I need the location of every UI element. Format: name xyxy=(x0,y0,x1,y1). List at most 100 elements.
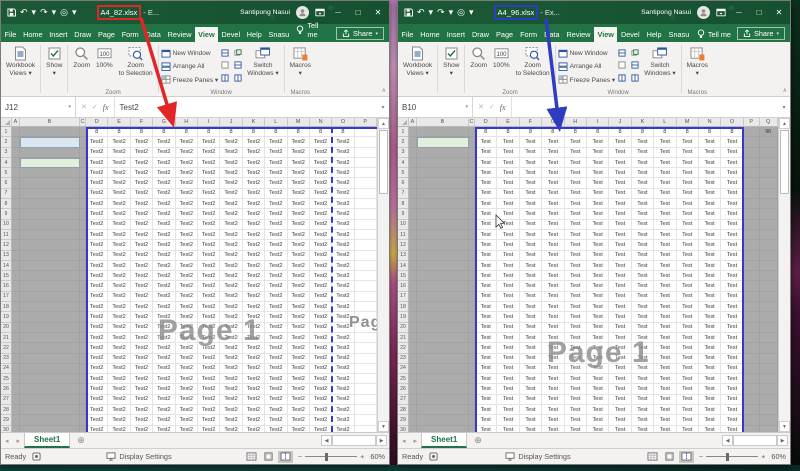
cell-A21[interactable] xyxy=(409,333,417,343)
cell-D14[interactable]: Test2 xyxy=(86,261,108,271)
formula-expand-icon[interactable]: ▾ xyxy=(377,97,389,117)
zoom-level[interactable]: 60% xyxy=(370,452,385,461)
cell-B29[interactable] xyxy=(20,415,80,425)
cell-O9[interactable]: Test xyxy=(721,209,743,219)
cell-O2[interactable]: Test2 xyxy=(332,137,354,147)
cell-H12[interactable]: Test2 xyxy=(176,240,198,250)
qat-circle-icon[interactable]: ◎ xyxy=(60,8,68,17)
tell-me[interactable]: Tell me xyxy=(292,18,334,42)
cell-L22[interactable]: Test2 xyxy=(265,343,287,353)
cell-K20[interactable]: Test xyxy=(632,323,654,333)
sheet-nav-left-icon[interactable]: ◂ xyxy=(1,433,13,448)
cell-F19[interactable]: Test xyxy=(520,312,542,322)
cell-L29[interactable]: Test xyxy=(654,415,676,425)
cell-P1[interactable] xyxy=(355,127,377,137)
cell-J29[interactable]: Test xyxy=(609,415,631,425)
row-header-17[interactable]: 17 xyxy=(1,292,12,302)
row-header-2[interactable]: 2 xyxy=(398,137,409,147)
zoom-button[interactable]: Zoom xyxy=(467,44,490,71)
cell-H5[interactable]: Test2 xyxy=(176,168,198,178)
cell-M11[interactable]: Test xyxy=(677,230,699,240)
cell-F6[interactable]: Test2 xyxy=(131,178,153,188)
cell-O21[interactable]: Test xyxy=(721,333,743,343)
cell-H8[interactable]: Test xyxy=(565,199,587,209)
cell-D17[interactable]: Test xyxy=(475,292,497,302)
cell-Q2[interactable] xyxy=(760,137,778,147)
sync-scroll-button[interactable] xyxy=(232,60,243,71)
cell-B28[interactable] xyxy=(417,405,469,415)
cell-L25[interactable]: Test2 xyxy=(265,374,287,384)
cell-G28[interactable]: Test xyxy=(542,405,564,415)
tab-review[interactable]: Review xyxy=(563,27,594,42)
cell-L19[interactable]: Test xyxy=(654,312,676,322)
cell-M7[interactable]: Test xyxy=(677,189,699,199)
cell-A29[interactable] xyxy=(12,415,20,425)
cell-N13[interactable]: Test2 xyxy=(310,251,332,261)
cell-B12[interactable] xyxy=(20,240,80,250)
view-side-by-side-button[interactable] xyxy=(232,47,243,58)
cell-A3[interactable] xyxy=(409,148,417,158)
column-header-F[interactable]: F xyxy=(131,118,153,127)
row-header-8[interactable]: 8 xyxy=(1,199,12,209)
cell-I13[interactable]: Test2 xyxy=(198,251,220,261)
cell-E3[interactable]: Test2 xyxy=(108,148,130,158)
cell-M20[interactable]: Test2 xyxy=(288,323,310,333)
cell-D16[interactable]: Test2 xyxy=(86,281,108,291)
cell-B8[interactable] xyxy=(417,199,469,209)
cell-M25[interactable]: Test xyxy=(677,374,699,384)
cell-I5[interactable]: Test xyxy=(587,168,609,178)
cell-D26[interactable]: Test2 xyxy=(86,384,108,394)
cell-I25[interactable]: Test2 xyxy=(198,374,220,384)
cell-P7[interactable] xyxy=(355,189,377,199)
cell-H15[interactable]: Test xyxy=(565,271,587,281)
switch-windows-button[interactable]: SwitchWindows ▾ xyxy=(244,44,281,79)
cell-P24[interactable] xyxy=(744,364,760,374)
cell-P4[interactable] xyxy=(744,158,760,168)
cell-I3[interactable]: Test2 xyxy=(198,148,220,158)
cell-G19[interactable]: Test xyxy=(542,312,564,322)
cell-G18[interactable]: Test xyxy=(542,302,564,312)
cell-K19[interactable]: Test2 xyxy=(243,312,265,322)
workbook-views-button[interactable]: WorkbookViews ▾ xyxy=(3,44,38,79)
cell-F4[interactable]: Test2 xyxy=(131,158,153,168)
cell-H25[interactable]: Test2 xyxy=(176,374,198,384)
cell-Q27[interactable] xyxy=(760,395,778,405)
cell-E1[interactable]: 8 xyxy=(108,127,130,137)
show-button[interactable]: Show▾ xyxy=(43,44,65,79)
fx-icon[interactable]: fx xyxy=(500,103,506,112)
cell-D9[interactable]: Test2 xyxy=(86,209,108,219)
cell-I30[interactable]: Test xyxy=(587,426,609,432)
cell-K24[interactable]: Test xyxy=(632,364,654,374)
cell-P26[interactable] xyxy=(744,384,760,394)
row-header-15[interactable]: 15 xyxy=(398,271,409,281)
view-page-break-button[interactable] xyxy=(679,451,694,463)
cell-J2[interactable]: Test2 xyxy=(220,137,242,147)
cell-M4[interactable]: Test xyxy=(677,158,699,168)
cell-P20[interactable] xyxy=(744,323,760,333)
row-header-21[interactable]: 21 xyxy=(398,333,409,343)
cell-N16[interactable]: Test xyxy=(699,281,721,291)
cell-I15[interactable]: Test xyxy=(587,271,609,281)
cell-F8[interactable]: Test2 xyxy=(131,199,153,209)
row-header-14[interactable]: 14 xyxy=(398,261,409,271)
row-header-25[interactable]: 25 xyxy=(1,374,12,384)
cell-M24[interactable]: Test2 xyxy=(288,364,310,374)
cell-N22[interactable]: Test2 xyxy=(310,343,332,353)
cell-A3[interactable] xyxy=(12,148,20,158)
unhide-button[interactable] xyxy=(219,72,230,83)
cell-B26[interactable] xyxy=(417,384,469,394)
cell-K27[interactable]: Test2 xyxy=(243,395,265,405)
cell-O26[interactable]: Test2 xyxy=(332,384,354,394)
cancel-icon[interactable]: ✕ xyxy=(81,103,87,111)
cell-D1[interactable]: 8 xyxy=(86,127,108,137)
cell-D30[interactable]: Test2 xyxy=(86,426,108,432)
cell-F27[interactable]: Test xyxy=(520,395,542,405)
cell-J26[interactable]: Test xyxy=(609,384,631,394)
cell-L12[interactable]: Test2 xyxy=(265,240,287,250)
cell-E21[interactable]: Test2 xyxy=(108,333,130,343)
cell-N16[interactable]: Test2 xyxy=(310,281,332,291)
cell-J25[interactable]: Test xyxy=(609,374,631,384)
cell-I10[interactable]: Test2 xyxy=(198,220,220,230)
cell-F5[interactable]: Test2 xyxy=(131,168,153,178)
cell-I6[interactable]: Test xyxy=(587,178,609,188)
